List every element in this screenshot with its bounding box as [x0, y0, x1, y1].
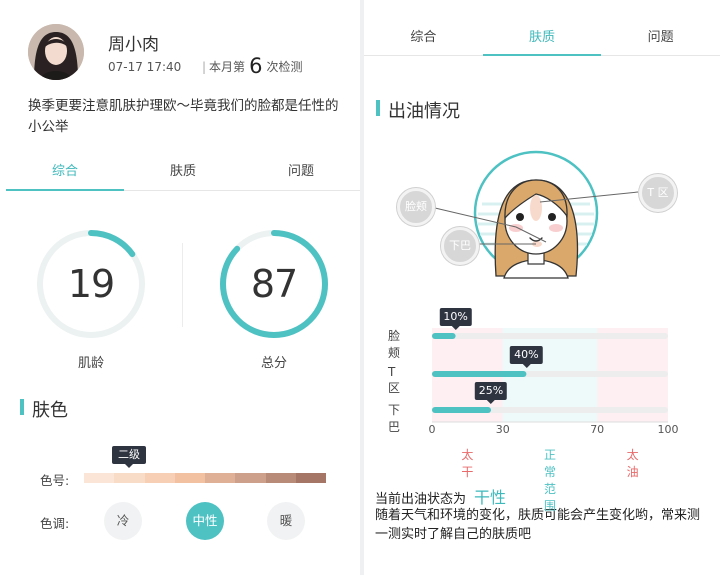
- color-grade-tooltip: 二级: [112, 446, 146, 468]
- color-swatch-bar: [84, 473, 326, 483]
- detection-date: 07-17 17:40: [108, 60, 182, 74]
- score-value: 87: [250, 262, 298, 306]
- color-swatch: [114, 473, 145, 483]
- tab-overview[interactable]: 综合: [6, 157, 124, 191]
- skin-description: 换季更要注意肌肤护理欧～毕竟我们的脸都是任性的小公举: [28, 98, 339, 135]
- tone-label: 色调:: [40, 516, 70, 531]
- count-prefix: 本月第: [209, 60, 246, 74]
- divider: [182, 243, 183, 327]
- tab-skin-type[interactable]: 肤质: [482, 22, 602, 56]
- row-label: 脸颊: [388, 329, 401, 360]
- tab-overview[interactable]: 综合: [364, 22, 483, 55]
- count-suffix: 次检测: [266, 60, 303, 74]
- color-swatch: [235, 473, 266, 483]
- bar-track: [432, 333, 668, 339]
- tab-problems[interactable]: 问题: [242, 157, 360, 190]
- color-swatch: [84, 473, 115, 483]
- section-title-text: 肤色: [32, 400, 68, 421]
- color-swatch: [265, 473, 296, 483]
- separator: |: [202, 60, 207, 74]
- zone-label: 太油: [626, 448, 639, 479]
- region-cheek-marker[interactable]: 脸颊: [397, 188, 435, 226]
- tab-problems[interactable]: 问题: [601, 22, 720, 55]
- color-swatch: [144, 473, 175, 483]
- region-chin-marker[interactable]: 下巴: [441, 227, 479, 265]
- skin-age-value: 19: [67, 262, 115, 306]
- section-accent-bar: [376, 100, 380, 116]
- oil-status-value: 干性: [474, 488, 507, 507]
- region-t-zone-marker[interactable]: T 区: [639, 174, 677, 212]
- section-title-text: 出油情况: [388, 101, 460, 122]
- overview-panel: 周小肉 07-17 17:40 | 本月第 6 次检测 换季更要注意肌肤护理欧～毕竟我…: [0, 0, 360, 575]
- right-tab-bar: 综合 肤质 问题: [364, 22, 720, 56]
- color-swatch: [174, 473, 205, 483]
- user-name: 周小肉: [108, 35, 159, 55]
- left-tab-bar: 综合 肤质 问题: [6, 157, 360, 191]
- row-label: 下巴: [388, 403, 401, 434]
- tab-skin-type[interactable]: 肤质: [124, 157, 242, 190]
- row-label: T 区: [388, 365, 401, 395]
- oil-bar: [432, 371, 527, 377]
- value-label: 40%: [510, 346, 543, 368]
- oil-status-label: 当前出油状态为: [375, 492, 467, 507]
- section-accent-bar: [20, 399, 24, 415]
- skin-age-label: 肌龄: [77, 356, 104, 371]
- tone-neutral-button[interactable]: 中性: [186, 502, 224, 540]
- count-number: 6: [249, 54, 263, 78]
- oil-status: 当前出油状态为 干性: [375, 484, 506, 508]
- x-tick-label: 0: [428, 423, 436, 436]
- color-swatch: [205, 473, 236, 483]
- monthly-detection-count: | 本月第 6 次检测: [202, 52, 303, 78]
- value-label: 25%: [474, 382, 508, 404]
- oil-bar: [432, 407, 491, 413]
- color-grade-label: 色号:: [40, 473, 70, 488]
- section-title-skin-color: 肤色: [20, 396, 68, 422]
- oil-bar-chart-graphic: [432, 328, 668, 423]
- skin-age-ring: 19: [36, 229, 146, 339]
- tone-cold-button[interactable]: 冷: [104, 502, 142, 540]
- x-tick-label: 100: [657, 423, 679, 436]
- value-label: 10%: [439, 308, 472, 330]
- x-tick-label: 30: [495, 423, 510, 436]
- score-label: 总分: [260, 356, 287, 371]
- oil-bar: [432, 333, 456, 339]
- section-title-oil: 出油情况: [376, 97, 460, 123]
- zone-label: 太干: [461, 448, 474, 479]
- score-ring: 87: [219, 229, 329, 339]
- face-illustration: [434, 150, 639, 279]
- x-tick-label: 70: [590, 423, 605, 436]
- zone-label: 正常范围: [543, 448, 557, 513]
- tone-warm-button[interactable]: 暖: [267, 502, 305, 540]
- avatar[interactable]: [28, 24, 84, 80]
- color-swatch: [295, 473, 326, 483]
